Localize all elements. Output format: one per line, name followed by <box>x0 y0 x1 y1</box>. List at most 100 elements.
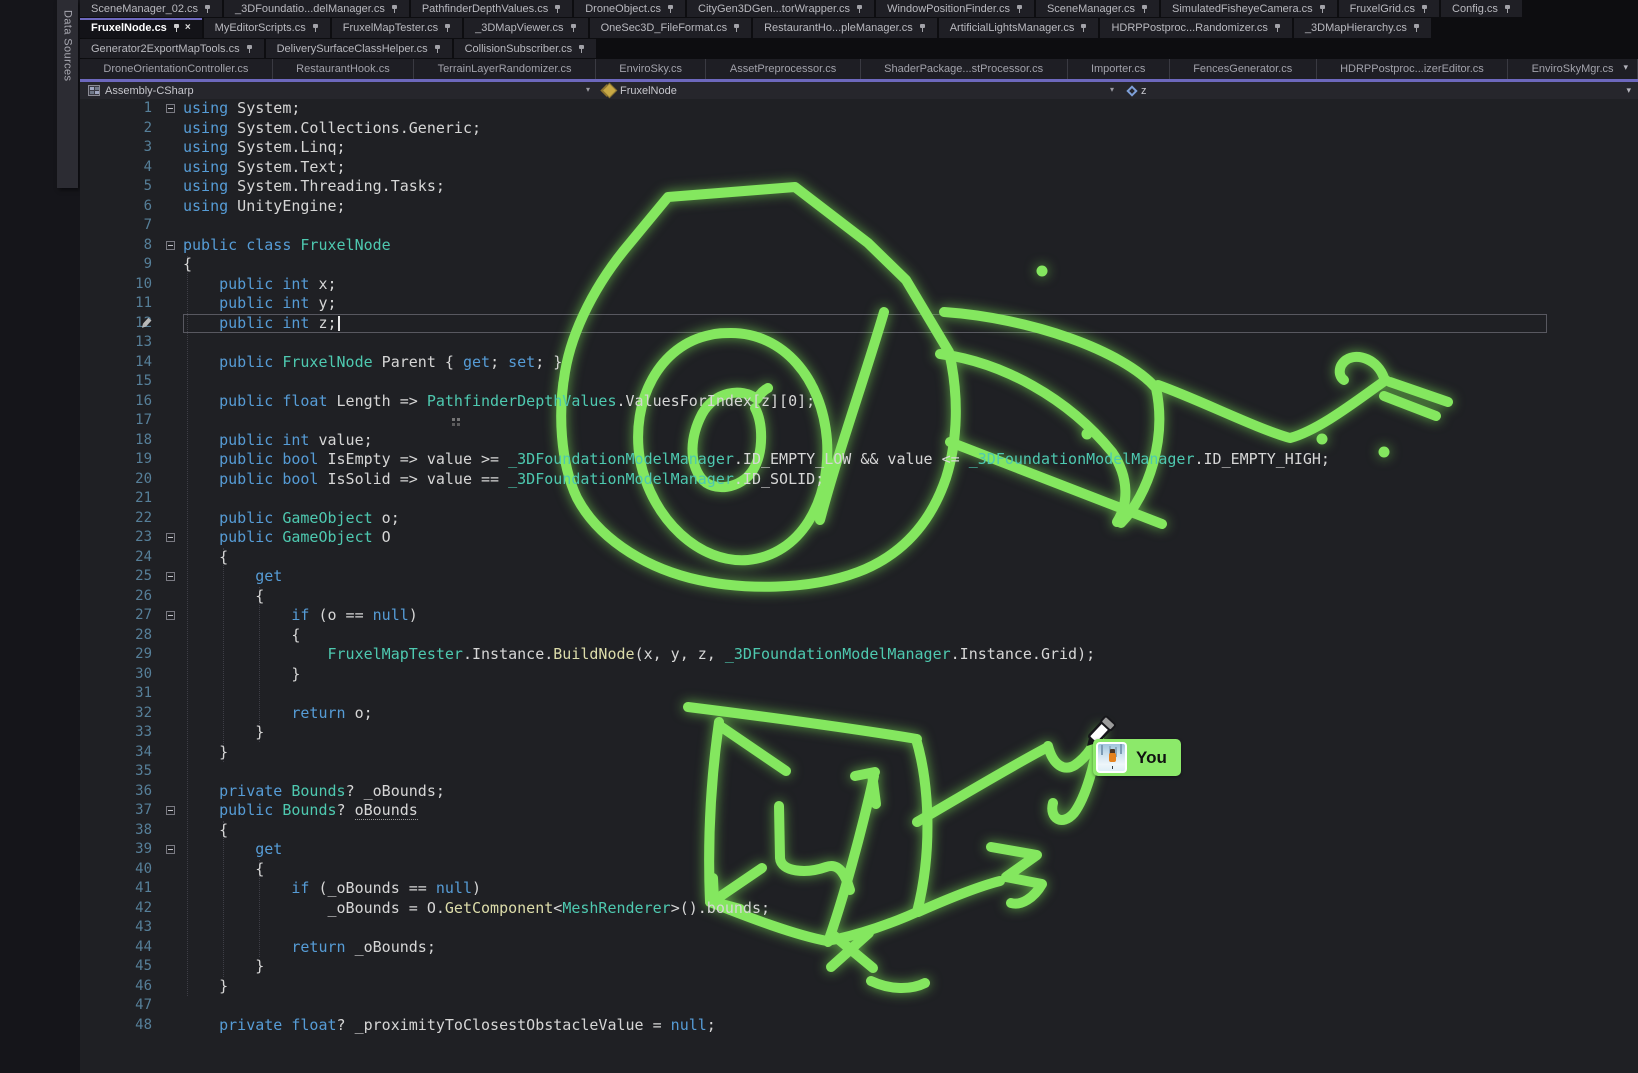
fold-collapse-icon[interactable] <box>166 845 175 854</box>
code-line[interactable]: 14 public FruxelNode Parent { get; set; … <box>80 353 1638 373</box>
code-line[interactable]: 20 public bool IsSolid => value == _3DFo… <box>80 470 1638 490</box>
code-line[interactable]: 18 public int value; <box>80 431 1638 451</box>
tab-HDRPPostproc...Randomizer.cs[interactable]: HDRPPostproc...Randomizer.cs <box>1100 18 1292 38</box>
code-line[interactable]: 3using System.Linq; <box>80 138 1638 158</box>
code-line[interactable]: 35 <box>80 762 1638 782</box>
fold-collapse-icon[interactable] <box>166 104 175 113</box>
pin-icon[interactable] <box>578 44 585 54</box>
code-line[interactable]: 10 public int x; <box>80 275 1638 295</box>
code-line[interactable]: 40 { <box>80 860 1638 880</box>
code-line[interactable]: 28 { <box>80 626 1638 646</box>
code-line[interactable]: 7 <box>80 216 1638 236</box>
fold-collapse-icon[interactable] <box>166 806 175 815</box>
breadcrumb-member[interactable]: z <box>1128 82 1147 99</box>
breadcrumb-type[interactable]: FruxelNode <box>604 82 677 99</box>
pin-icon[interactable] <box>1080 23 1087 33</box>
code-line[interactable]: 37 public Bounds? oBounds <box>80 801 1638 821</box>
breadcrumb-project[interactable]: Assembly-CSharp <box>88 82 194 99</box>
code-line[interactable]: 43 <box>80 918 1638 938</box>
tab-FruxelNode.cs[interactable]: FruxelNode.cs× <box>80 18 202 38</box>
tab-SceneManager.cs[interactable]: SceneManager.cs <box>1036 0 1159 17</box>
code-line[interactable]: 34 } <box>80 743 1638 763</box>
tab-OneSec3D_FileFormat.cs[interactable]: OneSec3D_FileFormat.cs <box>590 18 752 38</box>
code-line[interactable]: 33 } <box>80 723 1638 743</box>
code-line[interactable]: 2using System.Collections.Generic; <box>80 119 1638 139</box>
tab-MyEditorScripts.cs[interactable]: MyEditorScripts.cs <box>204 18 330 38</box>
code-line[interactable]: 48 private float? _proximityToClosestObs… <box>80 1016 1638 1036</box>
code-line[interactable]: 4using System.Text; <box>80 158 1638 178</box>
tab-Generator2ExportMapTools.cs[interactable]: Generator2ExportMapTools.cs <box>80 39 264 58</box>
code-line[interactable]: 25 get <box>80 567 1638 587</box>
code-line[interactable]: 9{ <box>80 255 1638 275</box>
tab-_3DMapViewer.cs[interactable]: _3DMapViewer.cs <box>464 18 587 38</box>
code-line[interactable]: 46 } <box>80 977 1638 997</box>
pin-icon[interactable] <box>1016 4 1023 14</box>
code-line[interactable]: 29 FruxelMapTester.Instance.BuildNode(x,… <box>80 645 1638 665</box>
tab-HDRPPostproc...izerEditor.cs[interactable]: HDRPPostproc...izerEditor.cs <box>1317 59 1509 79</box>
code-line[interactable]: 27 if (o == null) <box>80 606 1638 626</box>
fold-collapse-icon[interactable] <box>166 572 175 581</box>
pin-icon[interactable] <box>312 23 319 33</box>
code-editor[interactable]: 1using System;2using System.Collections.… <box>80 99 1638 1073</box>
code-line[interactable]: 39 get <box>80 840 1638 860</box>
code-line[interactable]: 15 <box>80 372 1638 392</box>
code-line[interactable]: 26 { <box>80 587 1638 607</box>
pin-icon[interactable] <box>1504 4 1511 14</box>
code-line[interactable]: 42 _oBounds = O.GetComponent<MeshRendere… <box>80 899 1638 919</box>
tab-FencesGenerator.cs[interactable]: FencesGenerator.cs <box>1170 59 1317 79</box>
code-line[interactable]: 5using System.Threading.Tasks; <box>80 177 1638 197</box>
code-line[interactable]: 36 private Bounds? _oBounds; <box>80 782 1638 802</box>
tab-DroneOrientationController.cs[interactable]: DroneOrientationController.cs <box>80 59 273 79</box>
tab-Config.cs[interactable]: Config.cs <box>1441 0 1522 17</box>
tab-CityGen3DGen...torWrapper.cs[interactable]: CityGen3DGen...torWrapper.cs <box>687 0 874 17</box>
tab-EnviroSkyMgr.cs[interactable]: EnviroSkyMgr.cs <box>1508 59 1638 79</box>
data-sources-vertical-tab[interactable]: Data Sources <box>57 0 78 188</box>
code-line[interactable]: 8public class FruxelNode <box>80 236 1638 256</box>
code-line[interactable]: 22 public GameObject o; <box>80 509 1638 529</box>
tab-TerrainLayerRandomizer.cs[interactable]: TerrainLayerRandomizer.cs <box>414 59 596 79</box>
code-line[interactable]: 44 return _oBounds; <box>80 938 1638 958</box>
tab-ArtificialLightsManager.cs[interactable]: ArtificialLightsManager.cs <box>939 18 1099 38</box>
navbar-overflow-icon[interactable]: ▾ <box>1626 86 1631 95</box>
chevron-down-icon[interactable]: ▾ <box>586 86 590 94</box>
code-line[interactable]: 11 public int y; <box>80 294 1638 314</box>
code-line[interactable]: 6using UnityEngine; <box>80 197 1638 217</box>
code-line[interactable]: 41 if (_oBounds == null) <box>80 879 1638 899</box>
code-line[interactable]: 31 <box>80 684 1638 704</box>
code-line[interactable]: 13 <box>80 333 1638 353</box>
code-line[interactable]: 19 public bool IsEmpty => value >= _3DFo… <box>80 450 1638 470</box>
tab-EnviroSky.cs[interactable]: EnviroSky.cs <box>596 59 707 79</box>
tab-SimulatedFisheyeCamera.cs[interactable]: SimulatedFisheyeCamera.cs <box>1161 0 1337 17</box>
tab-FruxelGrid.cs[interactable]: FruxelGrid.cs <box>1339 0 1439 17</box>
pin-icon[interactable] <box>1421 4 1428 14</box>
tab-AssetPreprocessor.cs[interactable]: AssetPreprocessor.cs <box>706 59 860 79</box>
code-line[interactable]: 24 { <box>80 548 1638 568</box>
pin-icon[interactable] <box>204 4 211 14</box>
pin-icon[interactable] <box>1413 23 1420 33</box>
tab-SceneManager_02.cs[interactable]: SceneManager_02.cs <box>80 0 222 17</box>
fold-collapse-icon[interactable] <box>166 241 175 250</box>
close-icon[interactable]: × <box>185 23 191 33</box>
pin-icon[interactable] <box>570 23 577 33</box>
pin-icon[interactable] <box>919 23 926 33</box>
tab-CollisionSubscriber.cs[interactable]: CollisionSubscriber.cs <box>454 39 597 58</box>
tab-ShaderPackage...stProcessor.cs[interactable]: ShaderPackage...stProcessor.cs <box>861 59 1068 79</box>
tab-DeliverySurfaceClassHelper.cs[interactable]: DeliverySurfaceClassHelper.cs <box>266 39 452 58</box>
pin-icon[interactable] <box>667 4 674 14</box>
pin-icon[interactable] <box>444 23 451 33</box>
code-line[interactable]: 30 } <box>80 665 1638 685</box>
tab-_3DFoundatio...delManager.cs[interactable]: _3DFoundatio...delManager.cs <box>224 0 409 17</box>
code-line[interactable]: 47 <box>80 996 1638 1016</box>
tab-RestaurantHook.cs[interactable]: RestaurantHook.cs <box>273 59 414 79</box>
pin-icon[interactable] <box>173 23 180 33</box>
code-line[interactable]: 1using System; <box>80 99 1638 119</box>
pin-icon[interactable] <box>1319 4 1326 14</box>
tab-FruxelMapTester.cs[interactable]: FruxelMapTester.cs <box>332 18 462 38</box>
code-line[interactable]: 45 } <box>80 957 1638 977</box>
code-line[interactable]: 21 <box>80 489 1638 509</box>
tab-PathfinderDepthValues.cs[interactable]: PathfinderDepthValues.cs <box>411 0 572 17</box>
pin-icon[interactable] <box>246 44 253 54</box>
tab-_3DMapHierarchy.cs[interactable]: _3DMapHierarchy.cs <box>1294 18 1431 38</box>
tab-overflow-icon[interactable]: ▾ <box>1623 63 1628 72</box>
chevron-down-icon[interactable]: ▾ <box>1110 86 1114 94</box>
